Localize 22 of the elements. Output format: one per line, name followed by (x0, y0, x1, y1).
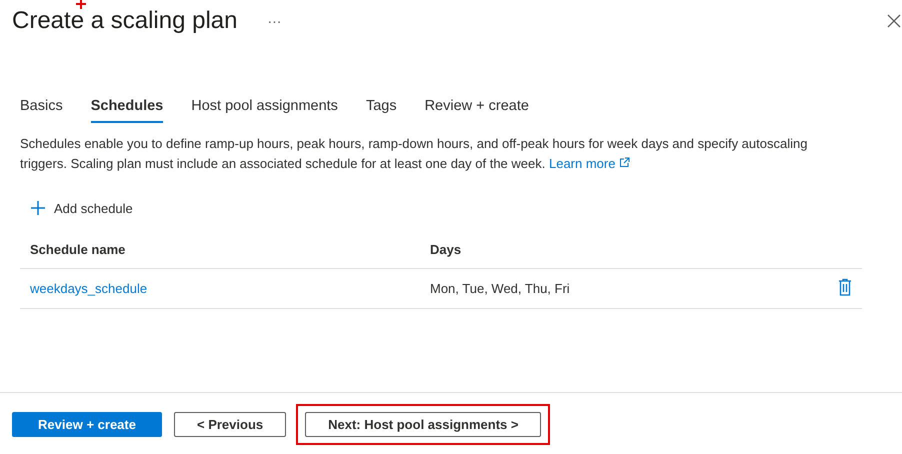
schedule-link[interactable]: weekdays_schedule (30, 281, 148, 296)
add-schedule-button[interactable]: Add schedule (30, 196, 133, 220)
footer-button[interactable]: Review + create (12, 412, 162, 436)
days-cell: Mon, Tue, Wed, Thu, Fri (430, 281, 570, 296)
tab[interactable]: Host pool assignments (191, 94, 338, 123)
close-icon[interactable] (886, 13, 902, 29)
column-header: Days (420, 230, 784, 268)
tab[interactable]: Review + create (424, 94, 529, 123)
more-button[interactable]: ··· (267, 13, 282, 29)
description-text: Schedules enable you to define ramp-up hours, peak hours, ramp-down hours, and off-peak hours for week days and specify autoscaling triggers. Scaling plan must include an associated schedule for at least one day of the week. Learn more (20, 135, 808, 173)
column-header: Schedule name (20, 230, 420, 268)
footer-button[interactable]: Next: Host pool assignments > (305, 412, 542, 436)
tab[interactable]: Basics (20, 94, 63, 123)
external-link-icon (619, 157, 630, 168)
plus-mark-icon (75, 0, 87, 10)
page-title: Create a scaling plan (12, 7, 238, 35)
delete-icon[interactable] (838, 278, 852, 296)
tab[interactable]: Tags (366, 94, 397, 123)
tab[interactable]: Schedules (90, 94, 164, 123)
footer-button[interactable]: < Previous (174, 412, 286, 436)
learn-more-link[interactable]: Learn more (548, 156, 630, 171)
plus-icon (30, 200, 46, 216)
